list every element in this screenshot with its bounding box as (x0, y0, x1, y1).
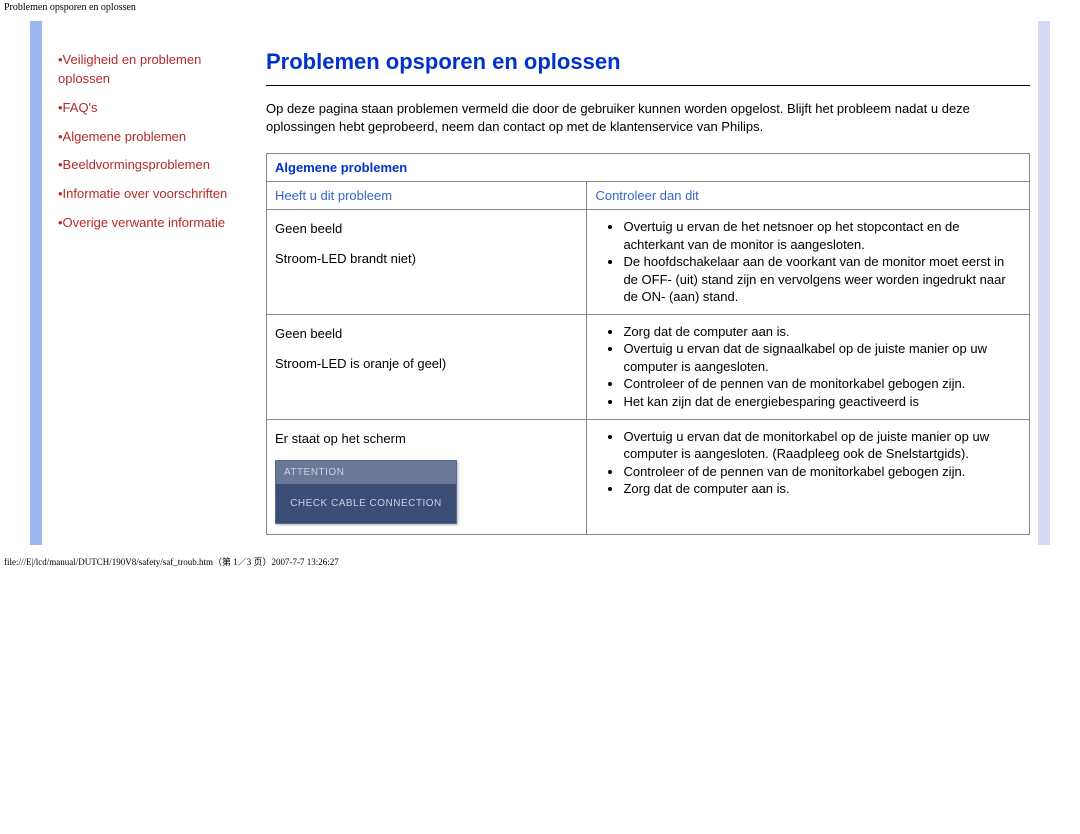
solution-item: Controleer of de pennen van de monitorka… (623, 375, 1021, 393)
solution-item: Controleer of de pennen van de monitorka… (623, 463, 1021, 481)
table-row: Geen beeld Stroom-LED brandt niet) Overt… (267, 210, 1030, 315)
sidebar-link-image-problems[interactable]: •Beeldvormingsproblemen (52, 156, 248, 175)
sidebar-link-faqs[interactable]: •FAQ's (52, 99, 248, 118)
table-row: Geen beeld Stroom-LED is oranje of geel)… (267, 314, 1030, 419)
attention-box: ATTENTION CHECK CABLE CONNECTION (275, 460, 457, 524)
page-title: Problemen opsporen en oplossen (266, 49, 1030, 75)
solution-item: Zorg dat de computer aan is. (623, 323, 1021, 341)
solution-cell: Overtuig u ervan de het netsnoer op het … (587, 210, 1030, 315)
title-divider (266, 85, 1030, 86)
problem-text: Er staat op het scherm (275, 430, 578, 448)
sidebar-link-general-problems[interactable]: •Algemene problemen (52, 128, 248, 147)
footer-path: file:///E|/lcd/manual/DUTCH/190V8/safety… (0, 545, 1080, 572)
table-col-solution: Controleer dan dit (587, 182, 1030, 210)
page-wrapper: •Veiligheid en problemen oplossen •FAQ's… (30, 21, 1050, 545)
table-row: Er staat op het scherm ATTENTION CHECK C… (267, 419, 1030, 534)
problem-text: Geen beeld (275, 325, 578, 343)
solution-item: De hoofdschakelaar aan de voorkant van d… (623, 253, 1021, 306)
problem-cell: Er staat op het scherm ATTENTION CHECK C… (267, 419, 587, 534)
problem-cell: Geen beeld Stroom-LED brandt niet) (267, 210, 587, 315)
intro-paragraph: Op deze pagina staan problemen vermeld d… (266, 100, 1030, 135)
solution-cell: Zorg dat de computer aan is. Overtuig u … (587, 314, 1030, 419)
sidebar-link-regulatory[interactable]: •Informatie over voorschriften (52, 185, 248, 204)
solution-item: Zorg dat de computer aan is. (623, 480, 1021, 498)
main-content: Problemen opsporen en oplossen Op deze p… (258, 21, 1038, 545)
table-header-row: Heeft u dit probleem Controleer dan dit (267, 182, 1030, 210)
attention-message: CHECK CABLE CONNECTION (276, 484, 456, 523)
left-decorative-strip (30, 21, 42, 545)
sidebar-link-related[interactable]: •Overige verwante informatie (52, 214, 248, 233)
table-col-problem: Heeft u dit probleem (267, 182, 587, 210)
problem-cell: Geen beeld Stroom-LED is oranje of geel) (267, 314, 587, 419)
solution-item: Overtuig u ervan dat de signaalkabel op … (623, 340, 1021, 375)
problem-text: Stroom-LED brandt niet) (275, 250, 578, 268)
header-path: Problemen opsporen en oplossen (0, 0, 1080, 15)
table-section-header: Algemene problemen (267, 154, 1030, 182)
table-section-row: Algemene problemen (267, 154, 1030, 182)
solution-item: Overtuig u ervan dat de monitorkabel op … (623, 428, 1021, 463)
troubleshoot-table: Algemene problemen Heeft u dit probleem … (266, 153, 1030, 535)
attention-title: ATTENTION (276, 461, 456, 484)
solution-item: Overtuig u ervan de het netsnoer op het … (623, 218, 1021, 253)
problem-text: Geen beeld (275, 220, 578, 238)
sidebar-link-safety[interactable]: •Veiligheid en problemen oplossen (52, 51, 248, 89)
solution-cell: Overtuig u ervan dat de monitorkabel op … (587, 419, 1030, 534)
right-decorative-strip (1038, 21, 1050, 545)
sidebar-nav: •Veiligheid en problemen oplossen •FAQ's… (42, 21, 258, 545)
problem-text: Stroom-LED is oranje of geel) (275, 355, 578, 373)
solution-item: Het kan zijn dat de energiebesparing gea… (623, 393, 1021, 411)
